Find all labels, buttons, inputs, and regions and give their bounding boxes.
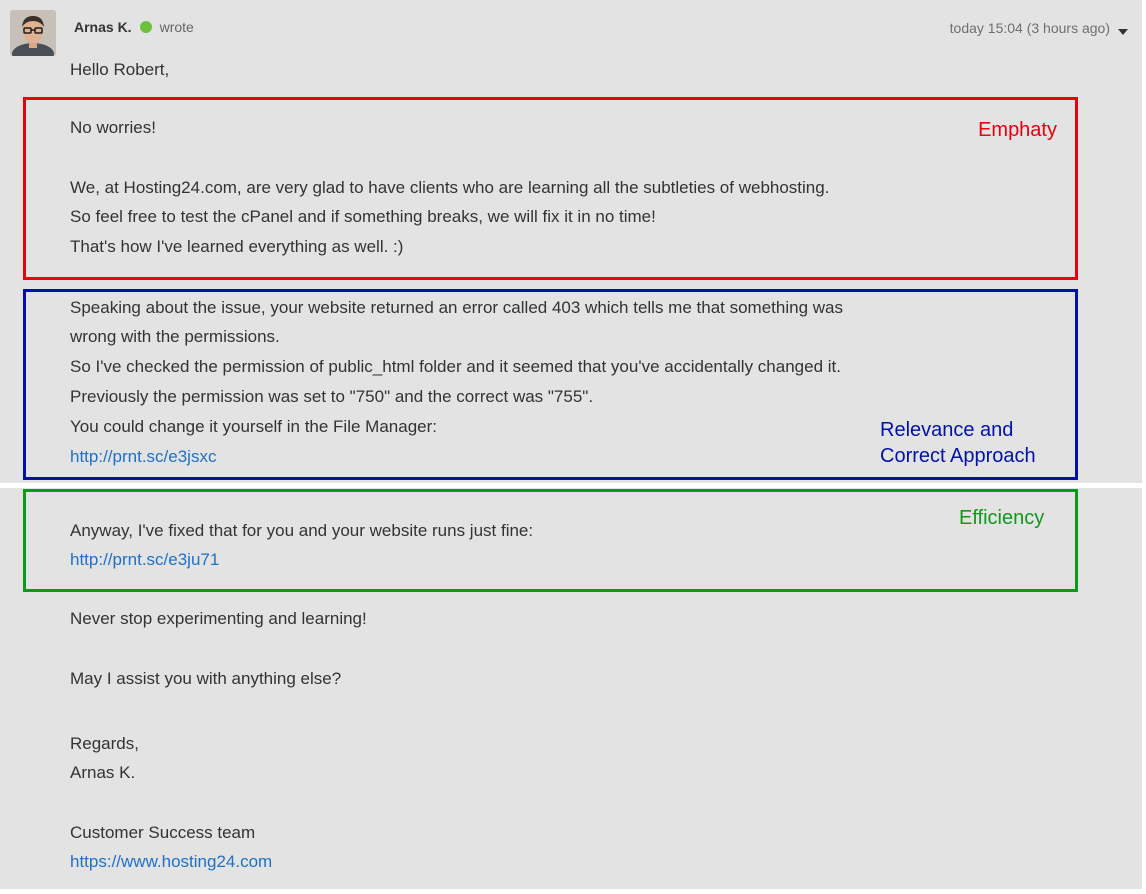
- efficiency-label: Efficiency: [959, 507, 1045, 529]
- online-status-icon: [139, 21, 152, 33]
- relevance-label-line-1: Relevance and: [880, 419, 1014, 441]
- user-photo-icon: [10, 10, 56, 56]
- team-name: Customer Success team: [70, 823, 256, 842]
- author-line: Arnas K. wrote: [74, 19, 194, 35]
- signature-name: Arnas K.: [70, 763, 136, 782]
- author-name[interactable]: Arnas K.: [74, 19, 132, 35]
- greeting: Hello Robert,: [70, 60, 170, 79]
- closing-line-1: Never stop experimenting and learning!: [70, 609, 367, 628]
- website-link[interactable]: https://www.hosting24.com: [70, 852, 272, 871]
- wrote-label: wrote: [159, 19, 194, 35]
- message-timestamp: today 15:04 (3 hours ago): [949, 20, 1110, 36]
- relevance-label: Relevance and Correct Approach: [880, 417, 1036, 469]
- efficiency-highlight-box: [23, 489, 1078, 592]
- relevance-label-line-2: Correct Approach: [880, 445, 1036, 467]
- message-menu-caret-icon[interactable]: [1117, 28, 1129, 36]
- regards: Regards,: [70, 734, 139, 753]
- closing-line-2: May I assist you with anything else?: [70, 669, 342, 688]
- avatar[interactable]: [10, 10, 56, 56]
- empathy-highlight-box: [23, 97, 1078, 280]
- empathy-label: Emphaty: [978, 119, 1057, 141]
